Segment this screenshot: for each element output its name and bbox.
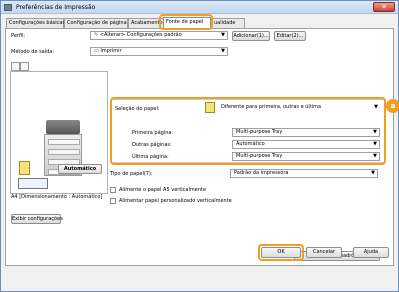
profile-combo[interactable]: ✎ <Alterar> Configurações padrão ▼ bbox=[90, 31, 228, 40]
paper-source-panel: Perfil: ✎ <Alterar> Configurações padrão… bbox=[5, 28, 399, 266]
tab-basic-settings[interactable]: Configurações básicas bbox=[6, 18, 65, 28]
ok-highlight bbox=[258, 244, 304, 261]
a5-vertical-label: Alimente o papel A5 verticalmente bbox=[119, 187, 207, 193]
window-title: Preferências de Impressão bbox=[16, 4, 96, 11]
view-settings-button[interactable]: Exibir configurações bbox=[11, 214, 63, 224]
output-method-value: Imprimir bbox=[100, 48, 122, 54]
auto-button[interactable]: Automático bbox=[58, 164, 102, 174]
paper-type-label: Tipo de papel(7): bbox=[110, 171, 153, 177]
tab-page-setup[interactable]: Configuração de página bbox=[64, 18, 128, 28]
printer-preview bbox=[10, 71, 108, 194]
orientation-icons bbox=[18, 178, 48, 189]
chevron-down-icon: ▼ bbox=[371, 170, 375, 176]
output-method-label: Método de saída: bbox=[11, 49, 55, 55]
printing-preferences-window: Preferências de Impressão ✕ Configuraçõe… bbox=[0, 0, 399, 292]
add-profile-button[interactable]: Adicionar(1)... bbox=[232, 31, 270, 41]
callout-badge: a bbox=[386, 99, 399, 113]
a5-vertical-checkbox[interactable] bbox=[110, 187, 116, 193]
paper-stack-icon bbox=[19, 161, 30, 175]
pencil-icon: ✎ bbox=[94, 32, 99, 38]
help-button[interactable]: Ajuda bbox=[353, 247, 389, 258]
tab-highlight bbox=[159, 14, 213, 30]
profile-value: <Alterar> Configurações padrão bbox=[99, 32, 182, 38]
paper-type-value: Padrão da impressora bbox=[234, 170, 289, 176]
close-button[interactable]: ✕ bbox=[373, 2, 395, 12]
title-bar: Preferências de Impressão ✕ bbox=[1, 1, 398, 14]
paper-type-combo[interactable]: Padrão da impressora ▼ bbox=[230, 169, 378, 178]
settings-view-icon[interactable] bbox=[20, 62, 29, 71]
custom-vertical-label: Alimentar papel personalizado verticalme… bbox=[119, 198, 232, 204]
paper-selection-highlight bbox=[110, 97, 386, 165]
tab-quality[interactable]: ualidade bbox=[211, 18, 245, 28]
printer-app-icon bbox=[4, 4, 12, 11]
edit-profile-button[interactable]: Editar(2)... bbox=[274, 31, 306, 41]
chevron-down-icon: ▼ bbox=[221, 48, 225, 54]
print-icon: ▭ bbox=[94, 48, 99, 54]
page-view-icon[interactable] bbox=[11, 62, 20, 71]
paper-size-text: A4 [Dimensionamento : Automático] bbox=[11, 194, 103, 200]
profile-label: Perfil: bbox=[11, 33, 26, 39]
cancel-button[interactable]: Cancelar bbox=[306, 247, 342, 258]
custom-vertical-checkbox[interactable] bbox=[110, 198, 116, 204]
chevron-down-icon: ▼ bbox=[221, 32, 225, 38]
output-method-combo[interactable]: ▭ Imprimir ▼ bbox=[90, 47, 228, 56]
